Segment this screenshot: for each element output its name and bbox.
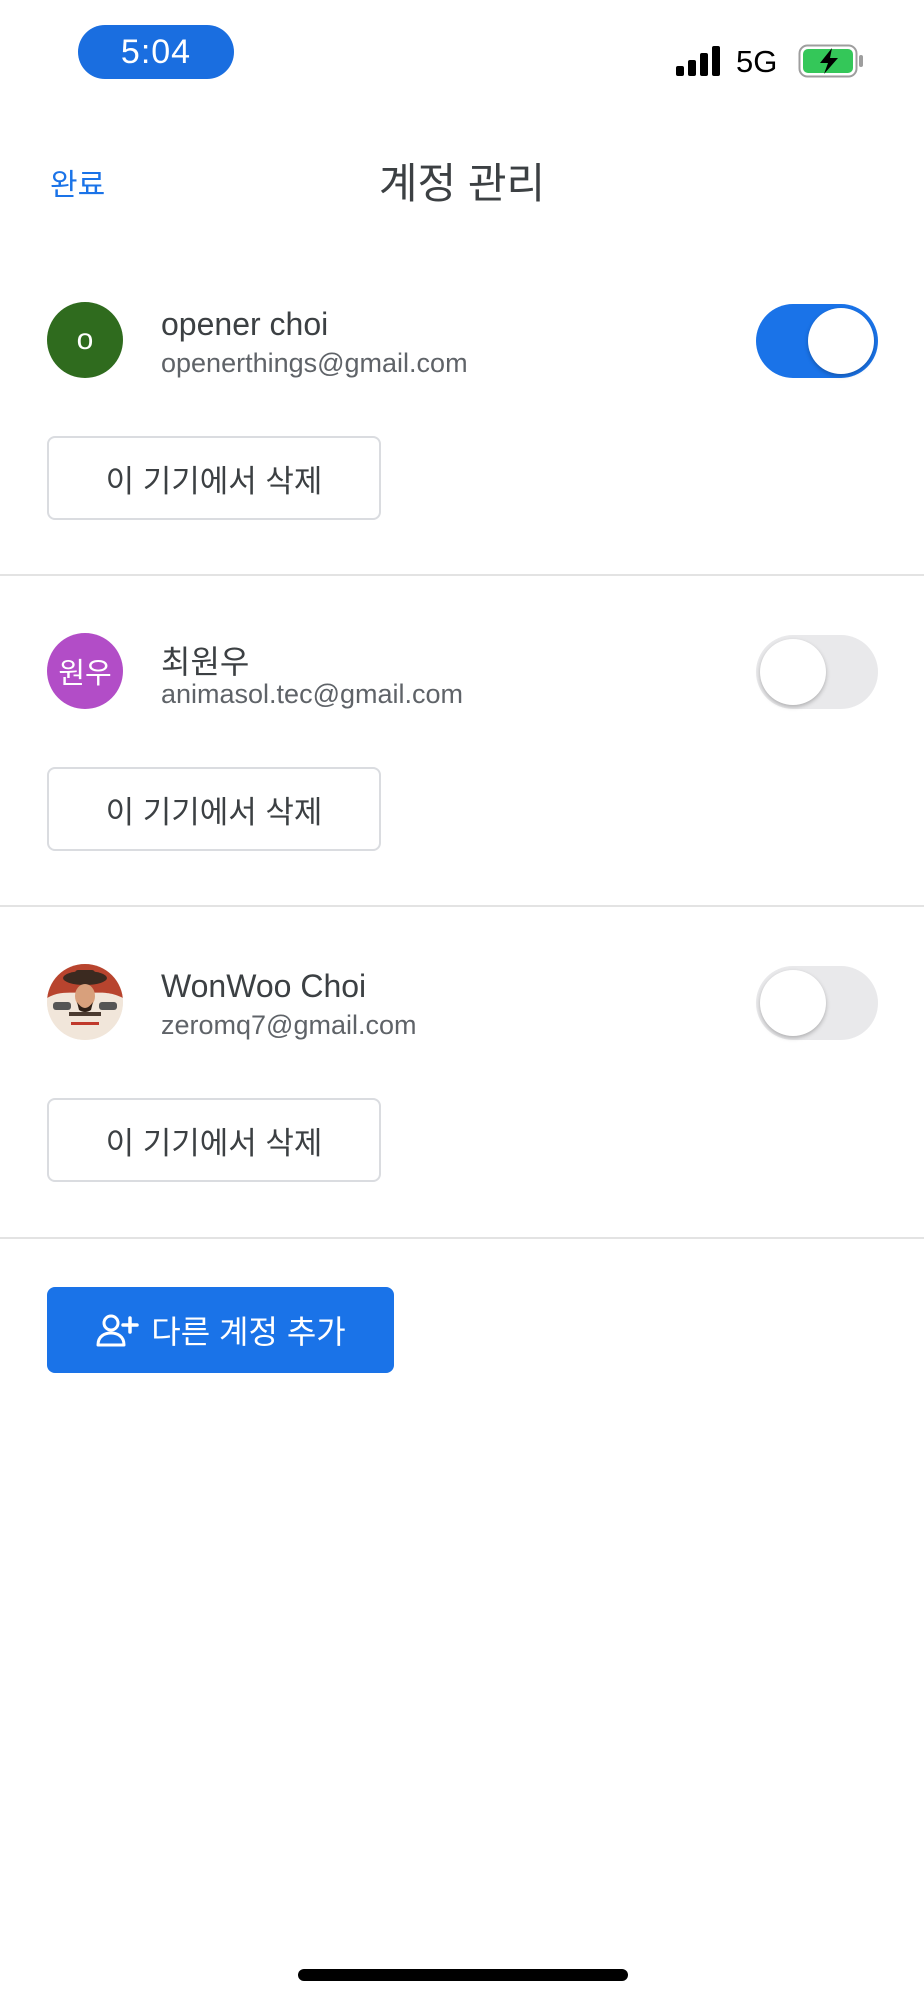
- toggle-knob: [760, 639, 826, 705]
- page-title: 계정 관리: [378, 160, 546, 207]
- profile-photo-icon: [47, 964, 123, 1040]
- home-indicator[interactable]: [298, 1969, 628, 1981]
- header: 계정 관리 완료: [0, 140, 924, 220]
- account-active-toggle[interactable]: [756, 304, 878, 378]
- network-type: 5G: [736, 44, 778, 79]
- account-email: animasol.tec@gmail.com: [161, 679, 464, 709]
- profile-photo-avatar: [47, 964, 123, 1040]
- account-name: opener choi: [161, 306, 329, 342]
- account-active-toggle[interactable]: [756, 635, 878, 709]
- account-name: 최원우: [161, 644, 250, 680]
- remove-from-device-button[interactable]: 이 기기에서 삭제: [47, 436, 381, 520]
- avatar: 원우: [47, 633, 123, 709]
- add-account-button[interactable]: 다른 계정 추가: [47, 1287, 394, 1373]
- person-add-icon: [96, 1314, 140, 1347]
- account-email: zeromq7@gmail.com: [161, 1010, 417, 1040]
- status-time[interactable]: 5:04: [78, 25, 234, 79]
- account-email: openerthings@gmail.com: [161, 348, 468, 378]
- avatar-initial: o: [76, 323, 94, 356]
- done-button[interactable]: 완료: [50, 160, 105, 204]
- avatar-initial: 원우: [58, 658, 112, 690]
- remove-from-device-button[interactable]: 이 기기에서 삭제: [47, 767, 381, 851]
- status-bar: 5:04 5G: [0, 0, 924, 110]
- toggle-knob: [808, 308, 874, 374]
- account-name: WonWoo Choi: [161, 968, 367, 1004]
- battery-charging-icon: [798, 44, 863, 78]
- remove-from-device-button[interactable]: 이 기기에서 삭제: [47, 1098, 381, 1182]
- avatar: o: [47, 302, 123, 378]
- account-item: 원우 최원우 animasol.tec@gmail.com 이 기기에서 삭제: [0, 575, 924, 905]
- account-item: o opener choi openerthings@gmail.com 이 기…: [0, 244, 924, 574]
- divider: [0, 1237, 924, 1239]
- account-active-toggle[interactable]: [756, 966, 878, 1040]
- toggle-knob: [760, 970, 826, 1036]
- account-item: WonWoo Choi zeromq7@gmail.com 이 기기에서 삭제: [0, 906, 924, 1236]
- add-account-label: 다른 계정 추가: [151, 1314, 346, 1350]
- cellular-signal-icon: [676, 46, 720, 76]
